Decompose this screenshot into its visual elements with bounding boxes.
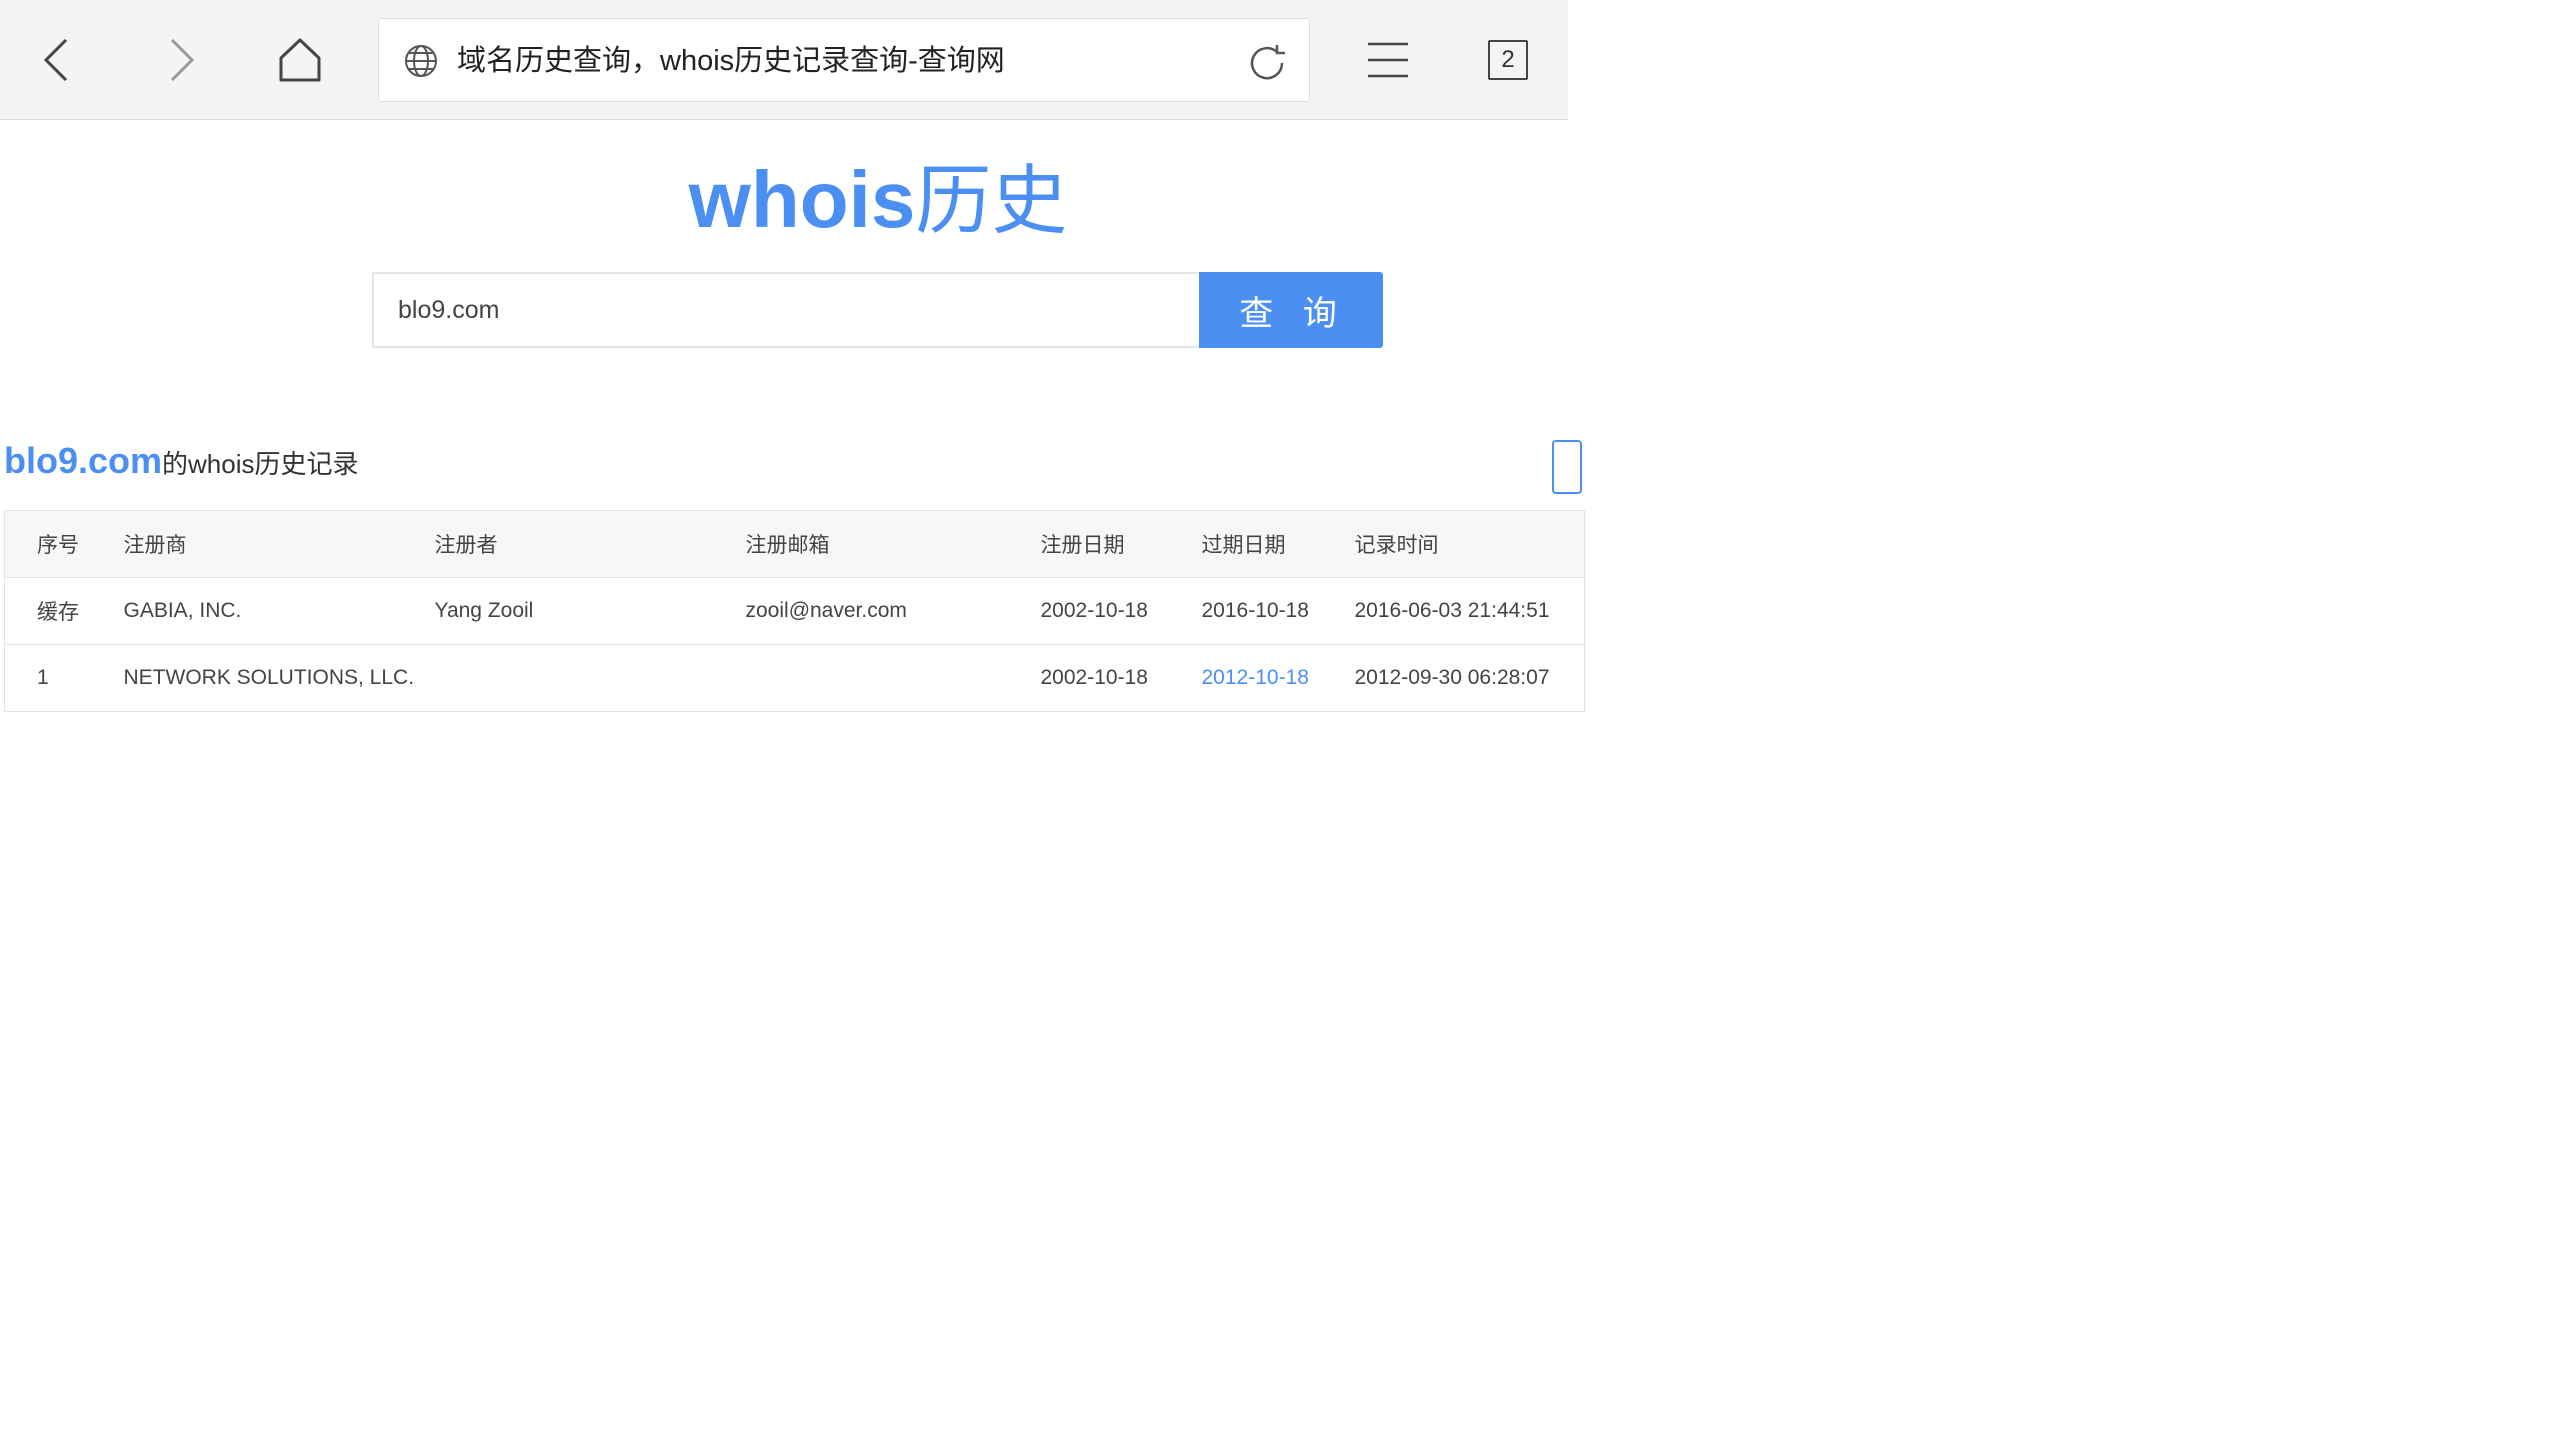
row-registrant xyxy=(434,644,746,712)
home-icon xyxy=(279,38,321,82)
table-row: 缓存 GABIA, INC. Yang Zooil zooil@naver.co… xyxy=(4,577,1585,645)
address-bar[interactable]: 域名历史查询，whois历史记录查询-查询网 xyxy=(378,18,1310,102)
result-heading: blo9.com的whois历史记录 xyxy=(4,440,359,492)
column-header-registrar: 注册商 xyxy=(123,510,435,578)
forward-button[interactable] xyxy=(150,30,210,90)
reload-icon xyxy=(1250,45,1285,80)
column-header-created: 注册日期 xyxy=(1040,510,1202,578)
home-button[interactable] xyxy=(270,30,330,90)
expires-date-link[interactable]: 2012-10-18 xyxy=(1202,666,1309,689)
row-index: 缓存 xyxy=(4,577,124,645)
result-heading-suffix: 的whois历史记录 xyxy=(162,449,359,479)
row-recorded: 2012-09-30 06:28:07 xyxy=(1354,644,1585,712)
row-email: zooil@naver.com xyxy=(745,577,1041,645)
row-registrant: Yang Zooil xyxy=(434,577,746,645)
column-header-email: 注册邮箱 xyxy=(745,510,1041,578)
chevron-left-icon xyxy=(43,38,68,82)
row-email xyxy=(745,644,1041,712)
row-expires[interactable]: 2012-10-18 xyxy=(1201,644,1355,712)
row-registrar: GABIA, INC. xyxy=(123,577,435,645)
partial-button[interactable] xyxy=(1552,440,1582,494)
tabs-button[interactable]: 2 xyxy=(1478,30,1538,90)
site-title-latin: whois xyxy=(688,155,916,244)
page-title-in-address-bar: 域名历史查询，whois历史记录查询-查询网 xyxy=(457,45,1005,77)
row-recorded: 2016-06-03 21:44:51 xyxy=(1354,577,1585,645)
tabs-icon: 2 xyxy=(1488,40,1528,80)
column-header-index: 序号 xyxy=(4,510,124,578)
table-row: 1 NETWORK SOLUTIONS, LLC. 2002-10-18 201… xyxy=(4,644,1585,712)
table-header-row: 序号 注册商 注册者 注册邮箱 注册日期 过期日期 记录时间 xyxy=(4,510,1585,578)
row-registrar: NETWORK SOLUTIONS, LLC. xyxy=(123,644,435,712)
row-created: 2002-10-18 xyxy=(1040,577,1202,645)
reload-button[interactable] xyxy=(1245,41,1289,85)
column-header-registrant: 注册者 xyxy=(434,510,746,578)
site-logo-title[interactable]: whois历史 xyxy=(0,150,1568,252)
chevron-right-icon xyxy=(170,38,195,82)
row-created: 2002-10-18 xyxy=(1040,644,1202,712)
result-domain: blo9.com xyxy=(4,440,163,481)
globe-icon xyxy=(405,45,437,77)
whois-history-table: 序号 注册商 注册者 注册邮箱 注册日期 过期日期 记录时间 缓存 GABIA,… xyxy=(4,510,1585,712)
query-button[interactable]: 查 询 xyxy=(1199,272,1383,348)
column-header-recorded: 记录时间 xyxy=(1354,510,1585,578)
browser-toolbar: 域名历史查询，whois历史记录查询-查询网 2 xyxy=(0,0,1568,120)
domain-search-input[interactable] xyxy=(372,272,1200,348)
row-expires: 2016-10-18 xyxy=(1201,577,1355,645)
back-button[interactable] xyxy=(28,30,88,90)
column-header-expires: 过期日期 xyxy=(1201,510,1355,578)
tab-count: 2 xyxy=(1501,46,1515,73)
row-index: 1 xyxy=(4,644,124,712)
site-title-cn: 历史 xyxy=(915,159,1068,244)
menu-icon xyxy=(1368,42,1408,78)
menu-button[interactable] xyxy=(1358,30,1418,90)
